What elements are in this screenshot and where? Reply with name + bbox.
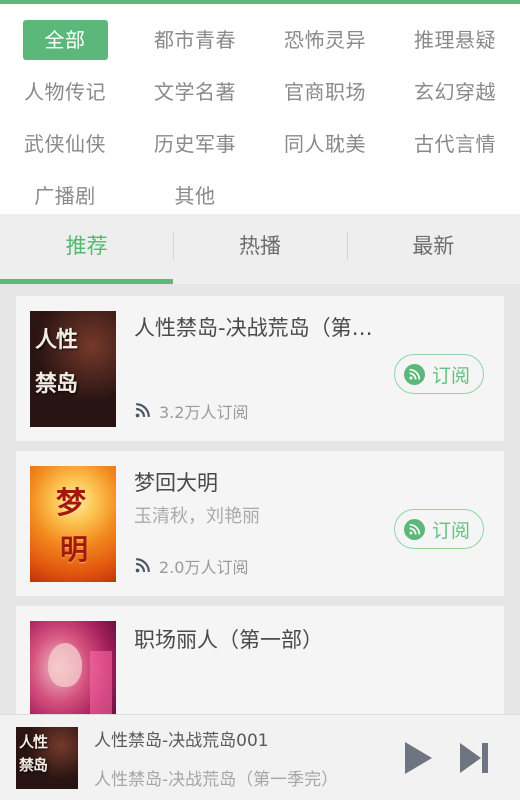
category-cell[interactable]: 同人耽美 [260,118,390,170]
rss-icon [135,403,150,418]
category-item-qita[interactable]: 其他 [161,178,230,214]
category-item-quanbu[interactable]: 全部 [22,20,108,60]
rss-glyph-icon [409,523,421,534]
tab-label: 推荐 [65,234,108,258]
now-playing-subtitle: 人性禁岛-决战荒岛（第一季完） [94,769,339,790]
list-item[interactable]: 人性禁岛-决战荒岛（第… 3.2万人订阅 订阅 [16,296,504,441]
category-item-gudaiyanqing[interactable]: 古代言情 [400,126,510,162]
category-row: 武侠仙侠 历史军事 同人耽美 古代言情 [0,118,520,170]
subscribe-button[interactable]: 订阅 [393,509,484,549]
list-item-title: 人性禁岛-决战荒岛（第… [134,315,373,340]
subscribe-label: 订阅 [431,364,470,387]
category-item-wuxiaxianxia[interactable]: 武侠仙侠 [10,126,120,162]
now-playing-cover[interactable] [16,726,78,789]
tab-label: 最新 [412,234,455,258]
category-item-xuanhuanchuanyue[interactable]: 玄幻穿越 [400,74,510,110]
category-item-dushiqingchun[interactable]: 都市青春 [140,22,250,58]
category-cell[interactable]: 全部 [0,14,130,66]
category-cell[interactable]: 推理悬疑 [390,14,520,66]
tab-rebo[interactable]: 热播 [173,214,346,284]
category-cell[interactable]: 都市青春 [130,14,260,66]
category-item-guanshangzhichang[interactable]: 官商职场 [270,74,380,110]
tab-tuijian[interactable]: 推荐 [0,214,174,284]
tab-zuixin[interactable]: 最新 [346,214,520,284]
category-item-lishijunshi[interactable]: 历史军事 [140,126,250,162]
next-track-icon [460,742,488,773]
category-row: 全部 都市青春 恐怖灵异 推理悬疑 [0,14,520,66]
play-icon [405,741,432,774]
book-cover-image [30,465,116,582]
rss-icon [135,558,150,573]
subscriber-count: 2.0万人订阅 [159,557,249,577]
category-item-guangboju[interactable]: 广播剧 [20,178,110,214]
subscribe-button[interactable]: 订阅 [393,354,484,394]
mini-player-bar[interactable]: 人性禁岛-决战荒岛001 人性禁岛-决战荒岛（第一季完） [0,714,520,800]
now-playing-title: 人性禁岛-决战荒岛001 [94,730,269,751]
category-cell[interactable]: 文学名著 [130,66,260,118]
tab-bar: 推荐 热播 最新 [0,214,520,284]
book-cover-image [30,310,116,427]
list-item-title: 职场丽人（第一部） [134,627,323,652]
category-cell[interactable]: 古代言情 [390,118,520,170]
subscribe-label: 订阅 [431,519,470,542]
category-item-tuilixuanyi[interactable]: 推理悬疑 [400,22,510,58]
next-track-button[interactable] [446,730,502,786]
list-item-meta: 3.2万人订阅 [134,399,490,427]
category-cell[interactable]: 恐怖灵异 [260,14,390,66]
rss-glyph-icon [409,368,421,379]
list-item[interactable]: 梦回大明 玉清秋，刘艳丽 2.0万人订阅 订阅 [16,451,504,596]
subscriber-count: 3.2万人订阅 [159,402,249,422]
play-button[interactable] [390,730,446,786]
category-item-wenxuemingzhu[interactable]: 文学名著 [140,74,250,110]
category-item-renwuchuanji[interactable]: 人物传记 [10,74,120,110]
rss-circle-icon [403,518,425,540]
list-item-title: 梦回大明 [134,470,218,495]
category-cell[interactable]: 武侠仙侠 [0,118,130,170]
rss-circle-icon [403,363,425,385]
category-item-kongbulingyi[interactable]: 恐怖灵异 [270,22,380,58]
category-cell[interactable]: 历史军事 [130,118,260,170]
category-row: 人物传记 文学名著 官商职场 玄幻穿越 [0,66,520,118]
category-cell[interactable]: 官商职场 [260,66,390,118]
list-item-meta: 2.0万人订阅 [134,554,490,582]
category-panel: 全部 都市青春 恐怖灵异 推理悬疑 人物传记 文学名著 官商职场 玄幻穿越 武侠… [0,4,520,214]
category-cell[interactable]: 玄幻穿越 [390,66,520,118]
now-playing-text: 人性禁岛-决战荒岛001 人性禁岛-决战荒岛（第一季完） [78,726,390,790]
category-cell[interactable]: 人物传记 [0,66,130,118]
tab-label: 热播 [238,234,281,258]
category-item-tongrendanmei[interactable]: 同人耽美 [270,126,380,162]
